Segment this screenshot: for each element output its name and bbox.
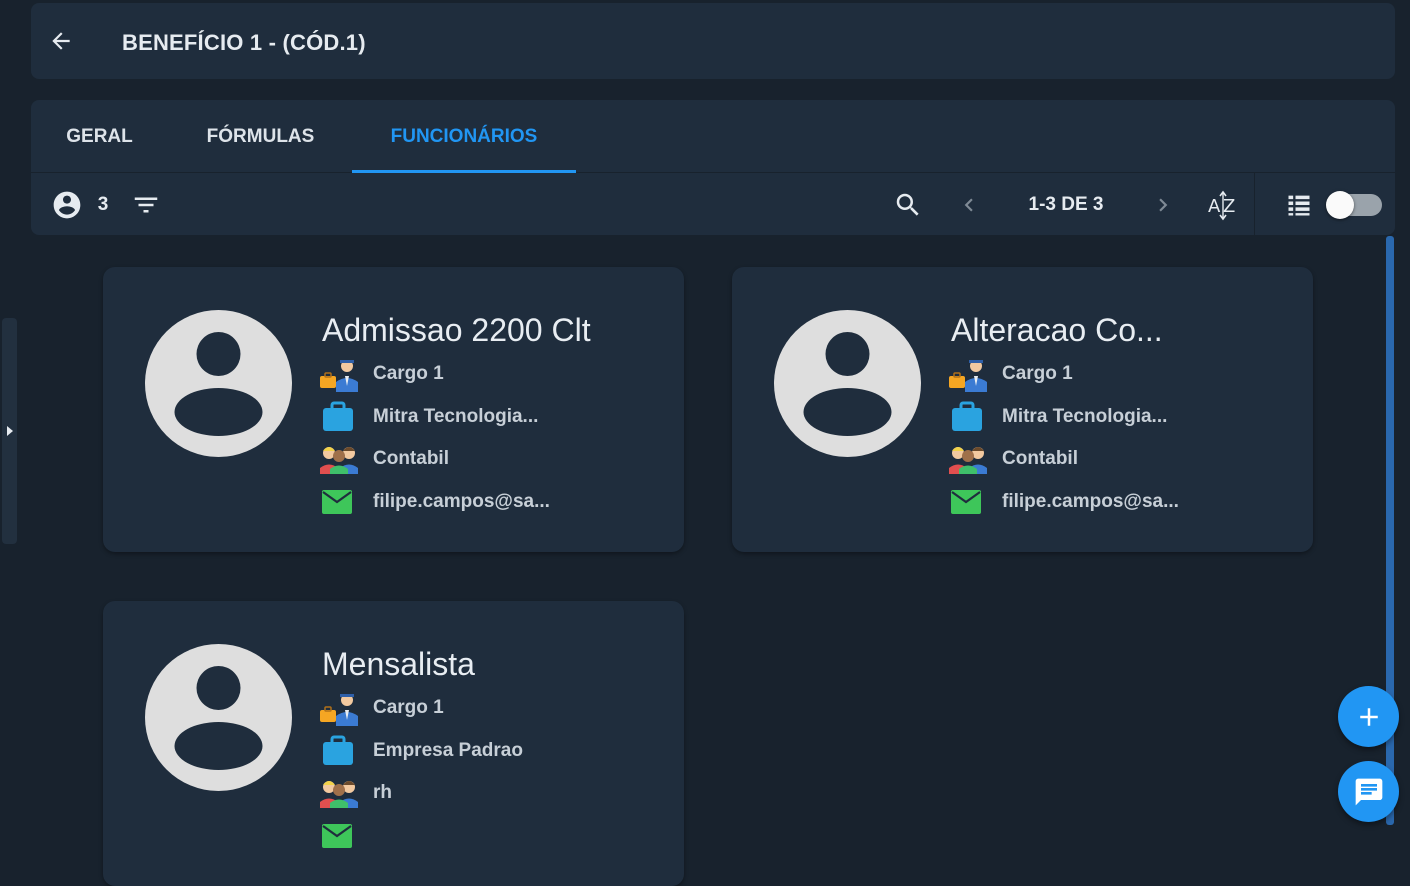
sort-button[interactable]: A Z [1206,186,1242,224]
avatar-icon [774,310,921,457]
empresa-row: Empresa Padrao [320,733,523,769]
tab-formulas[interactable]: FÓRMULAS [168,100,353,173]
chevron-left-icon [964,198,973,212]
briefcase-icon [320,399,360,435]
tab-geral[interactable]: GERAL [31,100,168,173]
sidebar-expand-handle[interactable] [2,318,17,544]
employee-card[interactable]: Alteracao Co... Cargo 1 Mitra Tecnologia… [732,267,1313,552]
employee-card[interactable]: Mensalista Cargo 1 Empresa Padrao rh [103,601,684,886]
tabs-panel: GERAL FÓRMULAS FUNCIONÁRIOS 3 1-3 DE 3 A… [31,100,1395,235]
team-icon [320,775,360,811]
tab-bar: GERAL FÓRMULAS FUNCIONÁRIOS [31,100,1395,173]
cargo-row: Cargo 1 [320,690,444,726]
list-view-button[interactable] [1283,188,1315,222]
worker-icon [320,690,360,726]
filter-button[interactable] [129,188,163,222]
view-toggle[interactable] [1326,191,1382,219]
email-row [320,818,373,854]
employee-name: Mensalista [322,646,475,682]
pagination-label: 1-3 DE 3 [1028,194,1104,215]
page-header: BENEFÍCIO 1 - (CÓD.1) [31,3,1395,79]
briefcase-icon [949,399,989,435]
chat-button[interactable] [1338,761,1399,822]
departamento-row: Contabil [949,441,1078,477]
email-icon [320,818,360,854]
empresa-row: Mitra Tecnologia... [320,399,538,435]
team-icon [320,441,360,477]
search-icon [896,193,919,216]
email-text: filipe.campos@sa... [373,491,550,512]
worker-icon [320,356,360,392]
briefcase-icon [320,733,360,769]
plus-icon [1359,707,1378,726]
toggle-knob [1326,191,1354,219]
avatar-icon [145,644,292,791]
cargo-row: Cargo 1 [949,356,1073,392]
employee-card[interactable]: Admissao 2200 Clt Cargo 1 Mitra Tecnolog… [103,267,684,552]
toolbar-divider [1254,173,1255,235]
email-text: filipe.campos@sa... [1002,491,1179,512]
employee-name: Alteracao Co... [951,312,1163,348]
prev-page-button[interactable] [955,188,983,222]
list-toolbar: 3 1-3 DE 3 A Z [31,173,1395,235]
team-icon [949,441,989,477]
list-view-icon [1288,195,1310,216]
next-page-button[interactable] [1149,188,1177,222]
email-row: filipe.campos@sa... [949,484,1179,520]
cargo-text: Cargo 1 [373,697,444,718]
departamento-row: rh [320,775,392,811]
empresa-text: Mitra Tecnologia... [1002,406,1168,427]
empresa-text: Mitra Tecnologia... [373,406,539,427]
employee-name: Admissao 2200 Clt [322,312,591,348]
departamento-text: Contabil [1002,448,1078,469]
page-title: BENEFÍCIO 1 - (CÓD.1) [122,30,366,55]
departamento-text: rh [373,782,392,803]
cargo-text: Cargo 1 [373,363,444,384]
filter-icon [134,197,158,213]
back-button[interactable] [45,27,77,55]
cargo-row: Cargo 1 [320,356,444,392]
email-row: filipe.campos@sa... [320,484,550,520]
employees-count-icon [50,188,84,222]
departamento-text: Contabil [373,448,449,469]
email-icon [949,484,989,520]
arrow-left-icon [52,32,70,50]
chevron-right-icon [1159,198,1168,212]
search-button[interactable] [891,188,925,222]
svg-text:A: A [1208,196,1221,217]
sort-az-icon: A Z [1208,190,1235,221]
avatar-icon [145,310,292,457]
worker-icon [949,356,989,392]
svg-text:Z: Z [1223,196,1235,217]
empresa-text: Empresa Padrao [373,740,523,761]
empresa-row: Mitra Tecnologia... [949,399,1167,435]
email-icon [320,484,360,520]
cargo-text: Cargo 1 [1002,363,1073,384]
employees-count: 3 [97,194,109,215]
caret-right-icon [6,426,13,436]
add-employee-button[interactable] [1338,686,1399,747]
departamento-row: Contabil [320,441,449,477]
chat-icon [1355,778,1382,805]
tab-funcionarios[interactable]: FUNCIONÁRIOS [352,100,576,173]
